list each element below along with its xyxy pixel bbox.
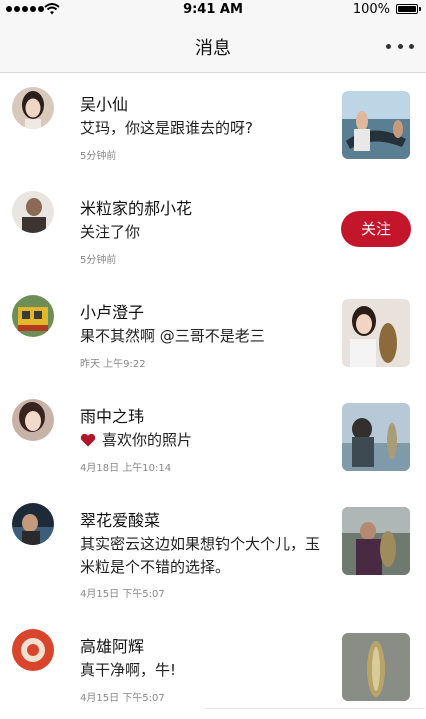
message-content: 艾玛，你这是跟谁去的呀? <box>80 119 253 137</box>
bottom-fade <box>0 705 426 715</box>
photo-thumbnail[interactable] <box>342 403 410 471</box>
status-bar: 9:41 AM 100% <box>0 0 426 20</box>
sender-name[interactable]: 米粒家的郝小花 <box>80 195 192 219</box>
avatar[interactable] <box>12 87 54 129</box>
page-title: 消息 <box>195 38 231 59</box>
message-time: 5分钟前 <box>80 151 117 162</box>
photo-thumbnail[interactable] <box>342 299 410 367</box>
photo-thumbnail[interactable] <box>342 507 410 575</box>
sender-name[interactable]: 高雄阿辉 <box>80 633 144 657</box>
message-content: 其实密云这边如果想钓个大个儿，玉米粒是个不错的选择。 <box>80 535 321 576</box>
message-time: 4月15日 下午5:07 <box>80 693 165 704</box>
message-time: 4月15日 下午5:07 <box>80 589 165 600</box>
message-time: 5分钟前 <box>80 255 117 266</box>
more-dots-icon[interactable] <box>386 38 414 54</box>
heart-icon <box>80 433 96 447</box>
avatar[interactable] <box>12 629 54 671</box>
list-item[interactable]: 米粒家的郝小花 关注了你 5分钟前 关注 <box>0 177 426 281</box>
sender-name[interactable]: 小卢澄子 <box>80 299 144 323</box>
avatar[interactable] <box>12 503 54 545</box>
photo-thumbnail[interactable] <box>342 633 410 701</box>
photo-thumbnail[interactable] <box>342 91 410 159</box>
list-item[interactable]: 翠花爱酸菜 其实密云这边如果想钓个大个儿，玉米粒是个不错的选择。 4月15日 下… <box>0 489 426 615</box>
avatar[interactable] <box>12 191 54 233</box>
message-content: 关注了你 <box>80 223 141 241</box>
message-list: 吴小仙 艾玛，你这是跟谁去的呀? 5分钟前 米粒家的郝小花 关注了你 5分钟前 <box>0 73 426 719</box>
list-item[interactable]: 雨中之玮 喜欢你的照片 4月18日 上午10:14 <box>0 385 426 489</box>
sender-name[interactable]: 雨中之玮 <box>80 403 144 427</box>
list-item[interactable]: 高雄阿辉 真干净啊，牛! 4月15日 下午5:07 <box>0 615 426 719</box>
sender-name[interactable]: 吴小仙 <box>80 91 128 115</box>
nav-bar: 消息 <box>0 20 426 73</box>
message-content: 喜欢你的照片 <box>80 429 320 452</box>
message-time: 4月18日 上午10:14 <box>80 463 172 474</box>
message-content: 真干净啊，牛! <box>80 661 177 679</box>
message-text: 喜欢你的照片 <box>102 431 193 449</box>
battery-percent: 100% <box>352 2 390 17</box>
list-item[interactable]: 吴小仙 艾玛，你这是跟谁去的呀? 5分钟前 <box>0 73 426 177</box>
message-time: 昨天 上午9:22 <box>80 359 146 370</box>
avatar[interactable] <box>12 295 54 337</box>
follow-button[interactable]: 关注 <box>341 211 411 247</box>
sender-name[interactable]: 翠花爱酸菜 <box>80 507 160 531</box>
list-item[interactable]: 小卢澄子 果不其然啊 @三哥不是老三 昨天 上午9:22 <box>0 281 426 385</box>
battery-icon <box>396 4 421 14</box>
divider <box>205 708 425 709</box>
avatar[interactable] <box>12 399 54 441</box>
message-content: 果不其然啊 @三哥不是老三 <box>80 327 265 345</box>
